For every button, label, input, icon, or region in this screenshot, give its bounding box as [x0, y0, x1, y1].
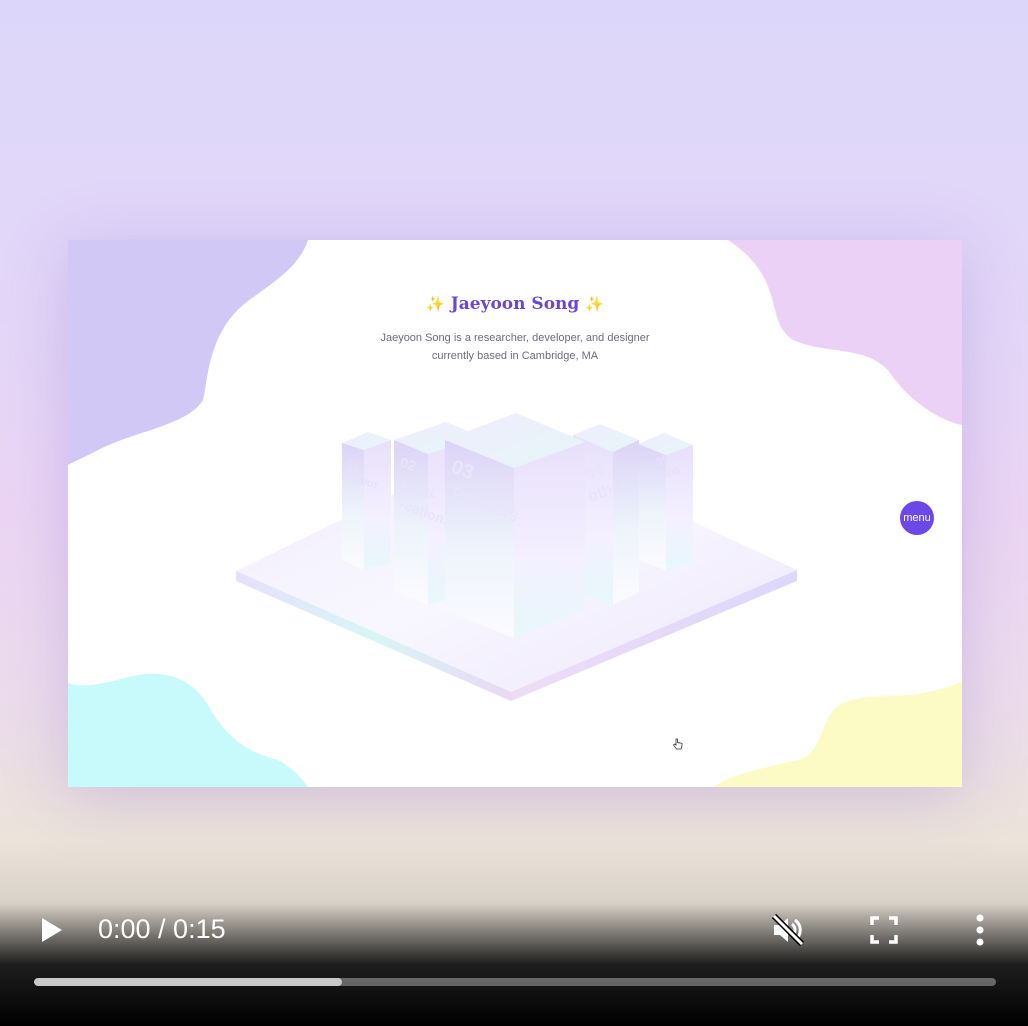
video-frame[interactable]: ✨ Jaeyoon Song ✨ Jaeyoon Song is a resea…	[0, 0, 1028, 1026]
mute-icon[interactable]	[768, 910, 808, 950]
nav-block-projects: 03 Projects	[445, 413, 585, 638]
seek-bar[interactable]	[34, 978, 996, 986]
video-controls	[0, 880, 1028, 1026]
hand-cursor-icon	[672, 738, 683, 750]
more-vertical-icon[interactable]	[964, 910, 996, 950]
isometric-scene: 01 About 05 Blog 02 Publi- -cations 04 o…	[236, 413, 797, 701]
nav-block-blog: 05 Blog	[638, 433, 693, 570]
nav-block-about: 01 About	[342, 432, 391, 570]
menu-button[interactable]: menu	[900, 501, 934, 535]
play-icon[interactable]	[34, 912, 68, 948]
time-display: 0:00 / 0:15	[98, 914, 226, 944]
video-content: ✨ Jaeyoon Song ✨ Jaeyoon Song is a resea…	[68, 240, 962, 787]
seek-progress	[34, 978, 342, 986]
fullscreen-icon[interactable]	[866, 912, 902, 948]
